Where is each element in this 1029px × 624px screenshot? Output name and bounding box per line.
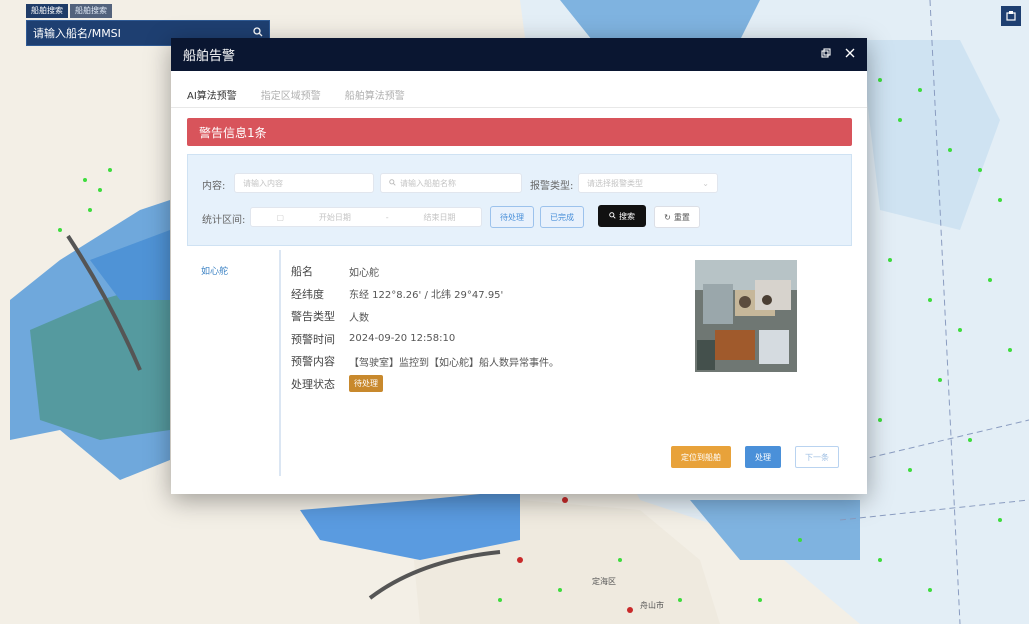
tab-ship-alert[interactable]: 船舶算法预警 <box>345 87 405 102</box>
status-badge: 待处理 <box>349 375 383 393</box>
alert-type-label: 报警类型: <box>530 181 574 192</box>
close-icon[interactable] <box>845 47 855 62</box>
alert-time-label: 预警时间 <box>291 332 335 346</box>
alert-time-value: 2024-09-20 12:58:10 <box>349 333 456 345</box>
alert-type-select[interactable]: 请选择报警类型 ⌄ <box>578 173 718 193</box>
alert-list-item[interactable]: 如心舵 <box>201 264 228 277</box>
alert-count-banner: 警告信息1条 <box>187 118 852 146</box>
reset-button[interactable]: ↻ 重置 <box>654 206 700 228</box>
search-button-label: 搜索 <box>619 211 635 221</box>
start-date-placeholder: 开始日期 <box>318 212 351 222</box>
detail-row-content: 预警内容 【驾驶室】监控到【如心舵】船人数异常事件。 <box>291 350 559 373</box>
ship-name-value: 如心舵 <box>349 267 379 279</box>
search-tabs: 船舶搜索 船舶搜索 <box>26 4 270 18</box>
alert-content-value: 【驾驶室】监控到【如心舵】船人数异常事件。 <box>349 357 559 369</box>
coord-label: 经纬度 <box>291 287 324 301</box>
alert-details: 船名 如心舵 经纬度 东经 122°8.26' / 北纬 29°47.95' 警… <box>291 260 559 395</box>
alert-type-detail-label: 警告类型 <box>291 310 335 324</box>
ship-name-placeholder: 请输入船舶名称 <box>400 178 456 188</box>
coord-value: 东经 122°8.26' / 北纬 29°47.95' <box>349 290 504 302</box>
alert-list: 如心舵 <box>187 250 281 476</box>
dialog-title: 船舶告警 <box>183 49 236 64</box>
tab-area-alert[interactable]: 指定区域预警 <box>261 87 321 102</box>
search-tab-1[interactable]: 船舶搜索 <box>26 4 68 18</box>
place-label: 舟山市 <box>640 601 664 610</box>
date-range-picker[interactable]: ▢ 开始日期 - 结束日期 <box>250 207 482 227</box>
copy-icon[interactable] <box>821 47 831 62</box>
detail-row-time: 预警时间 2024-09-20 12:58:10 <box>291 328 559 351</box>
reset-icon: ↻ <box>664 212 671 222</box>
chevron-down-icon: ⌄ <box>702 178 709 188</box>
surveillance-snapshot[interactable] <box>695 260 797 372</box>
filter-panel: 内容: 请输入内容 请输入船舶名称 报警类型: 请选择报警类型 ⌄ 统计区间: … <box>187 154 852 246</box>
filter-processed-button[interactable]: 已完成 <box>540 206 584 228</box>
content-placeholder: 请输入内容 <box>243 178 283 188</box>
place-label: 定海区 <box>592 577 616 586</box>
search-icon <box>389 178 396 188</box>
alert-type-value: 人数 <box>349 312 369 324</box>
calendar-icon: ▢ <box>276 212 284 222</box>
ship-name-label: 船名 <box>291 265 313 279</box>
dialog-header: 船舶告警 <box>171 38 867 71</box>
content-label: 内容: <box>202 181 226 192</box>
dialog-window-controls <box>821 47 855 62</box>
end-date-placeholder: 结束日期 <box>423 212 456 222</box>
alert-type-placeholder: 请选择报警类型 <box>587 178 643 188</box>
tab-ai-alert[interactable]: AI算法预警 <box>187 87 237 102</box>
ship-name-input[interactable]: 请输入船舶名称 <box>380 173 522 193</box>
detail-row-type: 警告类型 人数 <box>291 305 559 328</box>
detail-row-status: 处理状态 待处理 <box>291 373 559 396</box>
filter-unprocessed-button[interactable]: 待处理 <box>490 206 534 228</box>
range-label: 统计区间: <box>202 215 246 226</box>
status-label: 处理状态 <box>291 377 335 391</box>
locate-ship-button[interactable]: 定位到船舶 <box>671 446 731 468</box>
alert-content-label: 预警内容 <box>291 355 335 369</box>
handle-button[interactable]: 处理 <box>745 446 781 468</box>
search-icon <box>609 211 616 221</box>
dialog-tabs: AI算法预警 指定区域预警 船舶算法预警 <box>171 81 867 108</box>
next-button[interactable]: 下一条 <box>795 446 839 468</box>
alert-content: 如心舵 船名 如心舵 经纬度 东经 122°8.26' / 北纬 29°47.9… <box>187 250 852 476</box>
reset-button-label: 重置 <box>673 212 690 222</box>
search-button[interactable]: 搜索 <box>598 205 646 227</box>
range-separator: - <box>385 212 389 222</box>
content-input[interactable]: 请输入内容 <box>234 173 374 193</box>
detail-row-name: 船名 如心舵 <box>291 260 559 283</box>
detail-row-coord: 经纬度 东经 122°8.26' / 北纬 29°47.95' <box>291 283 559 306</box>
map-tool-icon[interactable] <box>1001 6 1021 26</box>
search-tab-2[interactable]: 船舶搜索 <box>70 4 112 18</box>
ship-alert-dialog: 船舶告警 AI算法预警 指定区域预警 船舶算法预警 警告信息1条 内容: 请输入… <box>171 38 867 494</box>
alert-count-text: 警告信息1条 <box>199 125 267 140</box>
